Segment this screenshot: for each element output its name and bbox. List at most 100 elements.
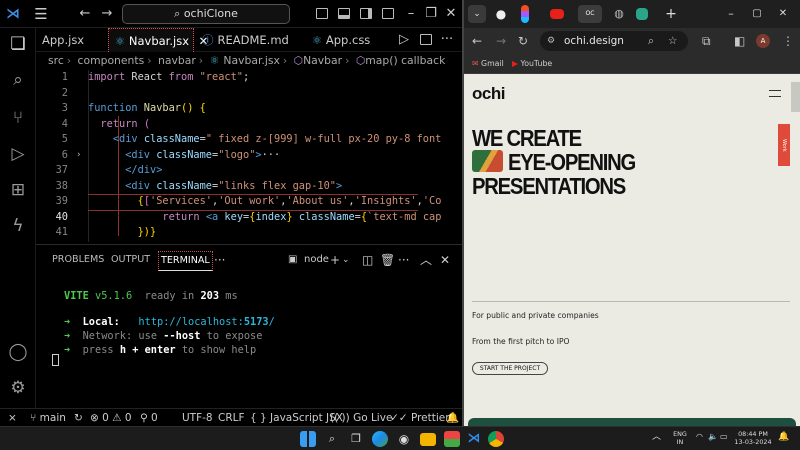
clock[interactable]: 08:44 PM 13-03-2024 [732, 430, 774, 446]
store-icon[interactable] [444, 431, 460, 447]
extensions-icon[interactable]: ⊞ [8, 180, 28, 200]
hamburger-menu-icon[interactable] [769, 90, 781, 97]
lightning-icon[interactable]: ϟ [8, 216, 28, 236]
eol-indicator[interactable]: CRLF [218, 409, 245, 427]
language-indicator[interactable]: ENG IN [670, 430, 690, 446]
globe-icon[interactable]: ◍ [610, 5, 628, 23]
breadcrumb-item[interactable]: Navbar.jsx [223, 54, 279, 67]
star-icon[interactable]: ☆ [668, 31, 677, 51]
remote-icon[interactable]: ⨯ [8, 409, 17, 427]
breadcrumb-item[interactable]: Navbar [303, 54, 342, 67]
notification-bell-icon[interactable]: 🔔 [778, 433, 789, 442]
tab-app-css[interactable]: ⚛ App.css [306, 28, 388, 52]
media-player-icon[interactable]: ◉ [396, 431, 412, 447]
minimize-icon[interactable]: – [402, 0, 420, 28]
maximize-icon[interactable]: ▢ [748, 5, 766, 23]
close-icon[interactable]: ✕ [774, 5, 792, 23]
zoom-icon[interactable]: ⌕ [648, 31, 654, 51]
branch-indicator[interactable]: ⑂ main [30, 409, 66, 427]
code-line[interactable]: 3 function Navbar() { [36, 101, 462, 117]
prettier-indicator[interactable]: ✓✓ Prettier [390, 409, 450, 427]
forward-arrow-icon[interactable]: → [496, 28, 506, 54]
code-line[interactable]: 40 return <a key={index} className={`tex… [36, 210, 462, 226]
menu-icon[interactable]: ☰ [32, 0, 50, 28]
breadcrumb-item[interactable]: navbar [158, 54, 196, 67]
split-terminal-icon[interactable]: ◫ [362, 251, 373, 269]
file-explorer-icon[interactable] [420, 433, 436, 446]
chrome-menu-icon[interactable]: ⋮ [782, 28, 794, 54]
source-control-icon[interactable]: ⑂ [8, 108, 28, 128]
problems-indicator[interactable]: ⊗ 0 ⚠ 0 [90, 409, 132, 427]
chatgpt-icon[interactable] [636, 8, 648, 20]
reload-icon[interactable]: ↻ [518, 28, 528, 54]
code-line[interactable]: 42 </div> [36, 241, 462, 243]
toggle-secondary-sidebar-icon[interactable] [360, 8, 372, 19]
back-arrow-icon[interactable]: ← [472, 28, 482, 54]
panel-tab-terminal[interactable]: TERMINAL [158, 251, 213, 271]
more-icon[interactable]: ··· [214, 251, 225, 269]
tab-app-jsx[interactable]: App.jsx [36, 28, 106, 52]
sync-icon[interactable]: ↻ [74, 409, 83, 427]
gear-icon[interactable]: ⚙ [8, 378, 28, 398]
chrome-taskbar-icon[interactable] [488, 431, 504, 447]
wifi-icon[interactable]: ◠ [696, 433, 703, 441]
bookmark-gmail[interactable]: ✉ Gmail [472, 54, 504, 74]
bookmark-youtube[interactable]: ▶ YouTube [512, 54, 552, 74]
explorer-icon[interactable]: ❏ [8, 34, 28, 54]
tab-search-icon[interactable]: ⌄ [468, 5, 486, 23]
code-line[interactable]: 6 › <div className="logo">··· [36, 148, 462, 164]
run-icon[interactable]: ▷ [396, 26, 412, 54]
terminal-cursor[interactable] [52, 354, 59, 366]
code-line[interactable]: 2 [36, 86, 462, 102]
minimize-icon[interactable]: – [722, 5, 740, 23]
side-badge[interactable]: Work [778, 124, 790, 166]
trash-icon[interactable]: 🗑 [380, 251, 395, 269]
side-panel-icon[interactable]: ◧ [734, 28, 745, 54]
more-actions-icon[interactable]: ··· [398, 251, 409, 269]
code-editor[interactable]: 1 import React from "react"; 2 3 function Na… [36, 70, 462, 242]
figma-icon[interactable] [521, 5, 529, 23]
forward-arrow-icon[interactable]: → [98, 0, 116, 28]
close-panel-icon[interactable]: ✕ [440, 251, 450, 269]
extensions-icon[interactable]: ⧉ [702, 28, 711, 54]
youtube-icon[interactable] [550, 9, 564, 19]
chevron-up-icon[interactable]: ︿ [652, 433, 661, 442]
back-arrow-icon[interactable]: ← [76, 0, 94, 28]
github-icon[interactable]: ● [492, 5, 510, 23]
panel-tab-output[interactable]: OUTPUT [111, 251, 150, 269]
encoding-indicator[interactable]: UTF-8 [182, 409, 213, 427]
toggle-panel-icon[interactable] [338, 8, 350, 19]
fold-chevron-icon[interactable]: › [76, 148, 81, 164]
tab-navbar-jsx[interactable]: ⚛ Navbar.jsx ✕ [108, 28, 208, 52]
code-line[interactable]: 41 })} [36, 225, 462, 241]
start-project-button[interactable]: START THE PROJECT [472, 362, 548, 375]
page-scrollbar[interactable] [791, 82, 800, 112]
code-line[interactable]: 39 {['Services','Out work','About us','I… [36, 194, 462, 210]
search-icon[interactable]: ⌕ [324, 431, 340, 447]
edge-icon[interactable] [372, 431, 388, 447]
breadcrumb-item[interactable]: src [48, 54, 64, 67]
customize-layout-icon[interactable] [382, 8, 394, 19]
windows-start-icon[interactable] [300, 431, 316, 447]
profile-avatar[interactable]: A [756, 34, 770, 48]
ports-indicator[interactable]: ⚲ 0 [140, 409, 158, 427]
site-info-icon[interactable]: ⚙ [547, 31, 555, 51]
chevron-down-icon[interactable]: ⌄ [342, 251, 350, 269]
code-line[interactable]: 1 import React from "react"; [36, 70, 462, 86]
panel-tab-problems[interactable]: PROBLEMS [52, 251, 104, 269]
code-line[interactable]: 38 <div className="links flex gap-10"> [36, 179, 462, 195]
vscode-taskbar-icon[interactable]: ⋊ [466, 431, 482, 447]
task-view-icon[interactable]: ❐ [348, 431, 364, 447]
more-actions-icon[interactable]: ··· [438, 26, 456, 54]
toggle-sidebar-icon[interactable] [316, 8, 328, 19]
breadcrumb-item[interactable]: components [78, 54, 145, 67]
active-tab-ochi[interactable]: OC [578, 5, 602, 23]
notifications-icon[interactable]: 🔔 [446, 409, 459, 427]
code-line[interactable]: 37 </div> [36, 163, 462, 179]
maximize-icon[interactable]: ❐ [422, 0, 440, 28]
split-editor-icon[interactable] [420, 34, 432, 45]
run-debug-icon[interactable]: ▷ [8, 144, 28, 164]
battery-icon[interactable]: ▭ [720, 433, 728, 441]
command-center-search[interactable]: ⌕ ochiClone [122, 4, 290, 24]
account-icon[interactable]: ◯ [8, 342, 28, 362]
